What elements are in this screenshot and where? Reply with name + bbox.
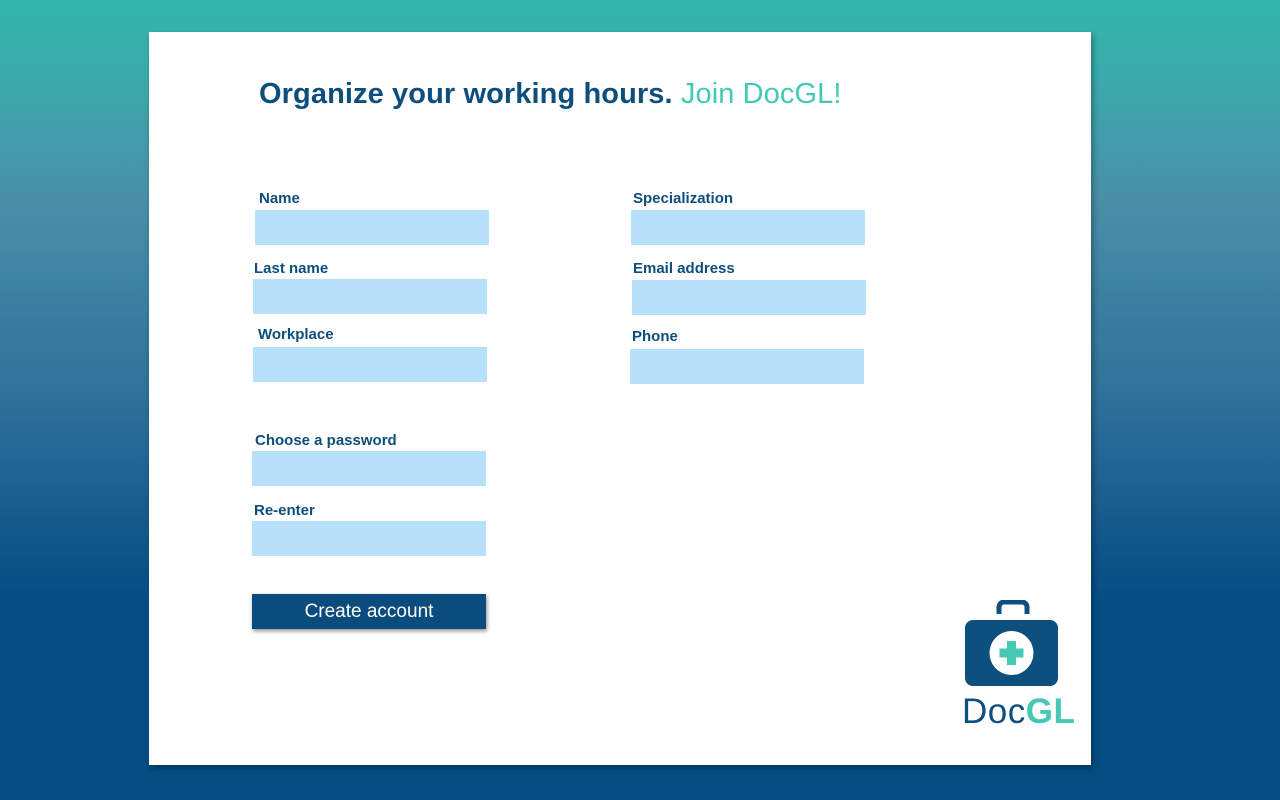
workplace-input[interactable] xyxy=(253,347,487,382)
reenter-password-label: Re-enter xyxy=(254,502,315,519)
name-input[interactable] xyxy=(255,210,489,245)
reenter-password-input[interactable] xyxy=(252,521,486,556)
signup-card: Organize your working hours. Join DocGL!… xyxy=(149,32,1091,765)
email-label: Email address xyxy=(633,260,735,277)
specialization-label: Specialization xyxy=(633,190,734,207)
phone-input[interactable] xyxy=(630,349,864,384)
last-name-input[interactable] xyxy=(253,279,487,314)
workplace-label: Workplace xyxy=(258,326,334,343)
headline-main: Organize your working hours. xyxy=(259,78,673,110)
name-label: Name xyxy=(259,190,300,207)
phone-label: Phone xyxy=(632,328,678,345)
docgl-logo: DocGL xyxy=(961,600,1075,735)
page-headline: Organize your working hours. Join DocGL! xyxy=(259,78,842,111)
password-label: Choose a password xyxy=(255,432,397,449)
headline-accent: Join DocGL! xyxy=(680,78,842,110)
password-input[interactable] xyxy=(252,451,486,486)
last-name-label: Last name xyxy=(254,260,329,277)
create-account-button[interactable]: Create account xyxy=(252,594,486,629)
medical-kit-icon xyxy=(965,600,1058,686)
logo-text-gl: GL xyxy=(1025,692,1076,731)
logo-text: DocGL xyxy=(962,692,1075,732)
email-input[interactable] xyxy=(632,280,866,315)
logo-text-doc: Doc xyxy=(962,692,1026,731)
specialization-input[interactable] xyxy=(631,210,865,245)
